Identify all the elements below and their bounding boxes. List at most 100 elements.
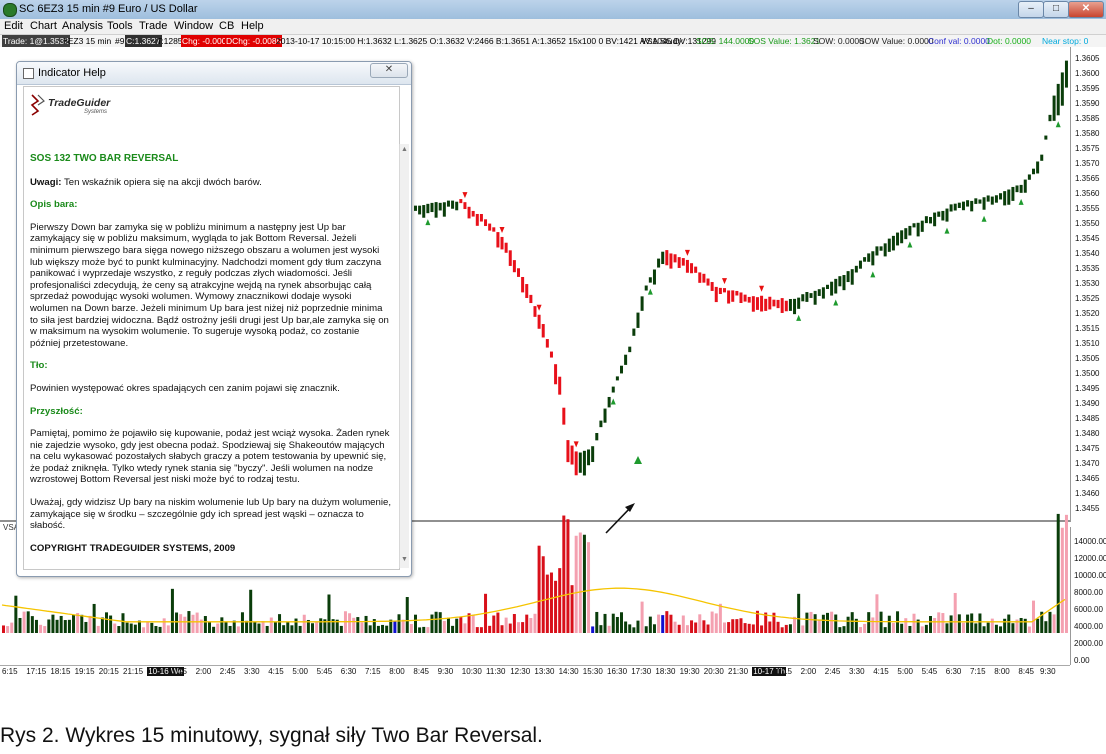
price-tick-label: 1.3515: [1075, 324, 1100, 333]
down-bar: [484, 219, 488, 227]
menu-cb[interactable]: CB: [219, 20, 234, 32]
menu-chart[interactable]: Chart: [30, 20, 57, 32]
window-titlebar: SC 6EZ3 15 min #9 Euro / US Dollar – □ ✕: [0, 0, 1106, 20]
time-tick-label: 21:15: [123, 667, 144, 676]
up-bar: [636, 312, 640, 328]
close-button[interactable]: ✕: [1068, 1, 1104, 18]
up-bar: [854, 265, 858, 273]
volume-bar: [941, 613, 945, 633]
volume-bar: [88, 615, 92, 633]
up-bar: [442, 202, 446, 217]
volume-bar: [999, 626, 1003, 633]
up-bar: [805, 291, 809, 302]
price-tick-label: 1.3520: [1075, 309, 1100, 318]
volume-bar: [59, 615, 63, 633]
volume-bar: [599, 625, 603, 633]
volume-bar: [72, 614, 76, 633]
down-bar: [508, 250, 512, 266]
scroll-down-icon[interactable]: ▼: [401, 556, 408, 563]
time-tick-label: 4:15: [873, 667, 889, 676]
up-bar: [611, 386, 615, 393]
up-bar: [1036, 161, 1040, 174]
volume-bar: [751, 624, 755, 633]
sos-marker: [1018, 198, 1024, 205]
down-bar: [718, 287, 722, 295]
down-bar: [562, 407, 566, 425]
note-label: Uwagi:: [30, 176, 62, 188]
dialog-scrollbar[interactable]: ▲ ▼: [399, 144, 409, 568]
minimize-button[interactable]: –: [1018, 1, 1044, 18]
volume-bar: [842, 626, 846, 633]
scroll-up-icon[interactable]: ▲: [401, 146, 408, 153]
sos-marker: [1055, 121, 1061, 128]
up-bar: [1023, 179, 1027, 193]
menu-window[interactable]: Window: [174, 20, 213, 32]
down-bar: [545, 339, 549, 348]
volume-bar: [30, 616, 34, 633]
up-bar: [850, 269, 854, 285]
up-bar: [953, 203, 957, 211]
volume-bar: [739, 618, 743, 633]
sos-value-readout: SOS Value: 1.3621: [748, 36, 821, 46]
volume-bar: [776, 621, 780, 633]
volume-bar: [80, 614, 84, 633]
up-bar: [937, 211, 941, 217]
volume-bar: [591, 626, 595, 633]
indicator-help-dialog[interactable]: Indicator Help ✕ TradeGuider Systems SOS…: [16, 61, 412, 577]
up-bar: [813, 290, 817, 305]
logo-text: TradeGuider: [48, 97, 111, 109]
volume-bar: [961, 622, 965, 633]
menu-trade[interactable]: Trade: [139, 20, 167, 32]
volume-bar: [434, 611, 438, 633]
volume-bar: [51, 614, 55, 633]
vsa-study-label: VSA Study:: [641, 36, 684, 46]
up-bar: [1007, 189, 1011, 205]
volume-bar: [142, 627, 146, 633]
menu-analysis[interactable]: Analysis: [62, 20, 103, 32]
volume-bar: [821, 614, 825, 633]
volume-bar: [879, 611, 883, 633]
up-bar: [830, 281, 834, 296]
volume-bar: [891, 623, 895, 633]
volume-bar: [1056, 513, 1060, 633]
volume-bar: [311, 623, 314, 633]
up-bar: [809, 293, 813, 298]
up-bar: [990, 196, 994, 205]
volume-bar: [117, 626, 121, 633]
menu-tools[interactable]: Tools: [107, 20, 133, 32]
down-bar: [525, 284, 529, 298]
help-text: SOS 132 TWO BAR REVERSAL Uwagi: Ten wska…: [30, 153, 392, 565]
indicator-heading: SOS 132 TWO BAR REVERSAL: [30, 153, 179, 164]
volume-bar: [554, 580, 558, 633]
up-bar: [446, 200, 450, 207]
up-bar: [1064, 60, 1068, 88]
down-bar: [566, 440, 570, 463]
maximize-button[interactable]: □: [1043, 1, 1069, 18]
dialog-close-button[interactable]: ✕: [370, 63, 408, 78]
volume-bar: [904, 618, 908, 633]
up-bar: [842, 275, 846, 291]
volume-bar: [504, 617, 508, 633]
up-bar: [1015, 185, 1019, 193]
volume-bar: [63, 620, 67, 633]
time-tick-label: 8:00: [389, 667, 405, 676]
volume-bar: [245, 620, 249, 633]
volume-bar: [228, 625, 232, 633]
symbol-readout: 6EZ3 15 min: [63, 36, 112, 46]
time-tick-label: 8:45: [1018, 667, 1034, 676]
volume-bar: [636, 620, 640, 633]
volume-bar: [970, 613, 974, 633]
volume-bar: [409, 624, 413, 633]
volume-bar: [747, 623, 751, 633]
menu-edit[interactable]: Edit: [4, 20, 23, 32]
volume-bar: [603, 613, 607, 633]
up-bar: [438, 202, 442, 211]
down-bar: [467, 206, 471, 219]
down-bar: [760, 295, 764, 312]
time-tick-label: 14:30: [558, 667, 579, 676]
up-bar: [1003, 191, 1007, 206]
menu-help[interactable]: Help: [241, 20, 264, 32]
volume-bar: [805, 612, 809, 633]
up-bar: [644, 285, 648, 291]
volume-bar: [702, 620, 706, 633]
